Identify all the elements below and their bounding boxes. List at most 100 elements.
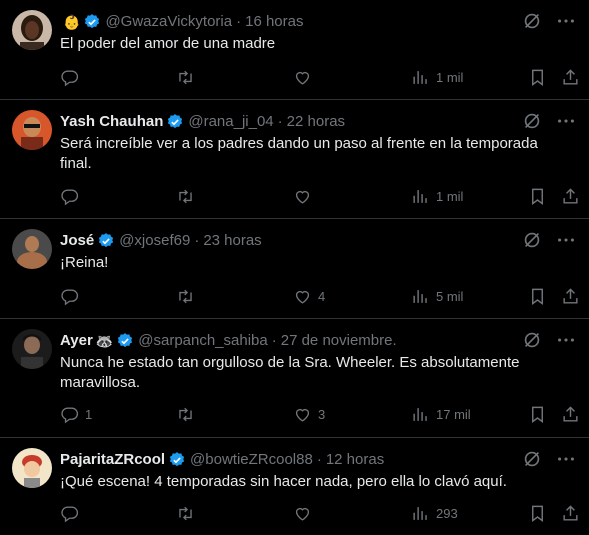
tweet-text: El poder del amor de una madre — [60, 35, 276, 52]
bookmark-icon — [532, 188, 543, 205]
author-name[interactable]: José — [60, 231, 94, 251]
like-icon — [295, 507, 310, 521]
views-count: 1 mil — [436, 69, 464, 85]
author-name[interactable]: Yash Chauhan — [60, 112, 163, 132]
views-button[interactable]: 17 mil — [411, 404, 471, 424]
share-icon — [563, 287, 578, 304]
avatar[interactable] — [12, 110, 52, 150]
tweet-actions: 1 3 17 mil — [52, 404, 585, 424]
more-icon[interactable] — [555, 329, 577, 351]
tweet[interactable]: PajaritaZRcool @bowtieZRcool88 · 12 hora… — [0, 438, 589, 535]
retweet-button[interactable] — [176, 404, 201, 424]
like-icon — [295, 190, 310, 204]
like-button[interactable] — [293, 67, 318, 87]
grok-icon[interactable] — [521, 448, 543, 470]
reply-icon — [61, 505, 79, 522]
tweet-top-actions — [521, 10, 577, 32]
author-handle[interactable]: @bowtieZRcool88 — [190, 450, 313, 470]
author-name[interactable]: Ayer — [60, 331, 93, 351]
more-icon[interactable] — [555, 10, 577, 32]
avatar[interactable] — [12, 10, 52, 50]
tweet-text: ¡Qué escena! 4 temporadas sin hacer nada… — [60, 473, 507, 490]
tweet-header: José @xjosef69 · 23 horas — [60, 231, 519, 251]
views-button[interactable]: 5 mil — [411, 286, 463, 306]
views-button[interactable]: 1 mil — [411, 186, 463, 206]
like-count: 3 — [318, 406, 326, 422]
reply-button[interactable] — [60, 286, 85, 306]
reply-button[interactable]: 1 — [60, 404, 92, 424]
reply-button[interactable] — [60, 67, 85, 87]
tweet[interactable]: Yash Chauhan @rana_ji_04 · 22 horas Será… — [0, 100, 589, 219]
avatar[interactable] — [12, 229, 52, 269]
avatar[interactable] — [12, 448, 52, 488]
retweet-button[interactable] — [176, 286, 201, 306]
reply-button[interactable] — [60, 503, 85, 523]
bookmark-button[interactable] — [528, 286, 547, 306]
retweet-icon — [179, 189, 192, 203]
more-icon[interactable] — [555, 229, 577, 251]
more-icon[interactable] — [555, 110, 577, 132]
grok-icon[interactable] — [521, 229, 543, 251]
views-button[interactable]: 293 — [411, 503, 458, 523]
like-button[interactable]: 3 — [293, 404, 325, 424]
separator-dot: · — [277, 113, 283, 130]
timestamp[interactable]: 22 horas — [287, 112, 345, 132]
verified-badge-icon — [116, 332, 134, 350]
verified-badge-icon — [97, 232, 115, 250]
views-icon — [413, 70, 427, 84]
author-handle[interactable]: @GwazaVickytoria — [105, 12, 232, 32]
retweet-icon — [179, 506, 192, 520]
tweet-header: 👶 @GwazaVickytoria · 16 horas — [60, 12, 519, 32]
author-name[interactable]: PajaritaZRcool — [60, 450, 165, 470]
tweet[interactable]: José @xjosef69 · 23 horas ¡Reina! 4 5 mi… — [0, 219, 589, 319]
share-button[interactable] — [561, 286, 580, 306]
like-button[interactable] — [293, 503, 318, 523]
like-icon — [295, 290, 310, 304]
bookmark-button[interactable] — [528, 186, 547, 206]
verified-badge-icon — [166, 113, 184, 131]
tweet-actions: 293 — [52, 503, 585, 523]
reply-icon — [61, 69, 79, 86]
retweet-button[interactable] — [176, 186, 201, 206]
timestamp[interactable]: 23 horas — [203, 231, 261, 251]
share-button[interactable] — [561, 67, 580, 87]
bookmark-icon — [532, 69, 543, 86]
bookmark-button[interactable] — [528, 404, 547, 424]
like-button[interactable] — [293, 186, 318, 206]
more-icon[interactable] — [555, 448, 577, 470]
timestamp[interactable]: 16 horas — [245, 12, 303, 32]
author-handle[interactable]: @xjosef69 — [119, 231, 190, 251]
views-icon — [413, 289, 427, 303]
avatar[interactable] — [12, 329, 52, 369]
tweet-top-actions — [521, 110, 577, 132]
share-icon — [563, 504, 578, 521]
grok-icon[interactable] — [521, 329, 543, 351]
tweet[interactable]: 👶 @GwazaVickytoria · 16 horas El poder d… — [0, 0, 589, 100]
timestamp[interactable]: 27 de noviembre. — [281, 331, 397, 351]
author-handle[interactable]: @rana_ji_04 — [188, 112, 273, 132]
retweet-button[interactable] — [176, 67, 201, 87]
grok-icon[interactable] — [521, 10, 543, 32]
tweet-header: PajaritaZRcool @bowtieZRcool88 · 12 hora… — [60, 450, 519, 470]
reply-button[interactable] — [60, 186, 85, 206]
timestamp[interactable]: 12 horas — [326, 450, 384, 470]
share-icon — [563, 405, 578, 422]
grok-icon[interactable] — [521, 110, 543, 132]
share-icon — [563, 187, 578, 204]
author-handle[interactable]: @sarpanch_sahiba — [138, 331, 267, 351]
share-button[interactable] — [561, 503, 580, 523]
retweet-button[interactable] — [176, 503, 201, 523]
bookmark-button[interactable] — [528, 503, 547, 523]
share-button[interactable] — [561, 186, 580, 206]
tweet-actions: 1 mil — [52, 186, 585, 206]
bookmark-icon — [532, 406, 543, 423]
tweet-text: Será increíble ver a los padres dando un… — [60, 135, 538, 172]
reply-icon — [61, 406, 79, 423]
share-button[interactable] — [561, 404, 580, 424]
profile-emoji-badge: 👶 — [63, 14, 81, 30]
tweet[interactable]: Ayer 🦝 @sarpanch_sahiba · 27 de noviembr… — [0, 319, 589, 438]
bookmark-button[interactable] — [528, 67, 547, 87]
like-button[interactable]: 4 — [293, 286, 325, 306]
views-button[interactable]: 1 mil — [411, 67, 463, 87]
verified-badge-icon — [83, 13, 101, 31]
